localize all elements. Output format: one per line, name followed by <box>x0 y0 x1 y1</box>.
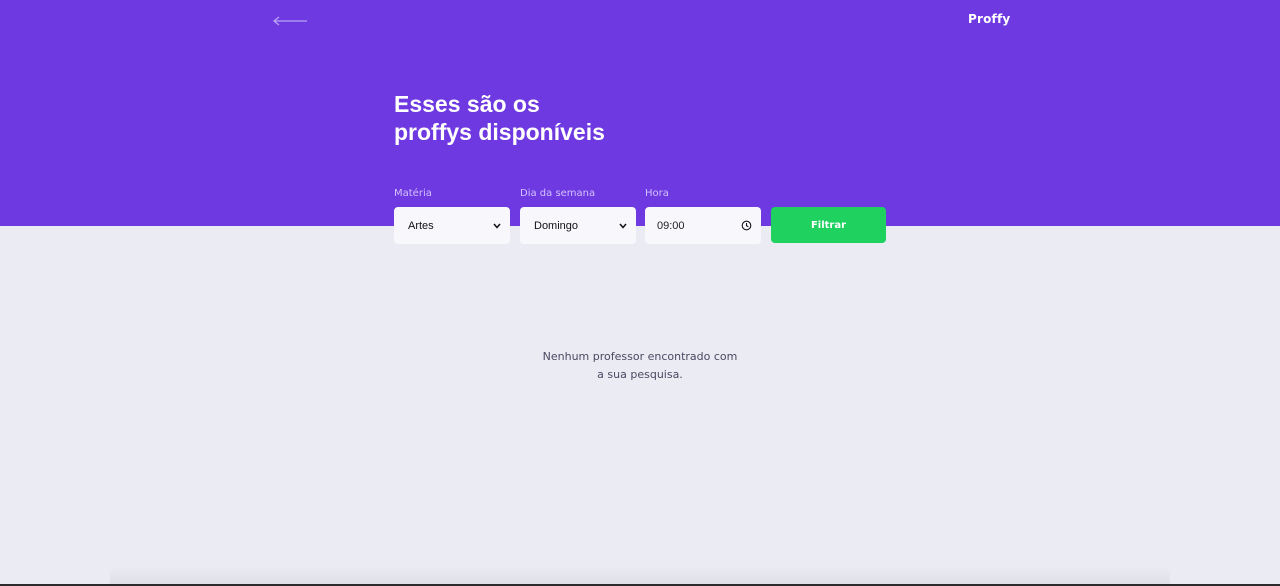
weekday-select-value: Domingo <box>534 219 579 232</box>
clock-icon <box>741 220 752 231</box>
subject-select[interactable]: Artes <box>394 207 510 244</box>
title-line-2: proffys disponíveis <box>394 119 605 145</box>
time-input-value: 09:00 <box>657 219 685 232</box>
chevron-down-icon <box>619 223 627 229</box>
subject-label: Matéria <box>394 188 432 199</box>
time-input[interactable]: 09:00 <box>645 207 761 244</box>
empty-results-message: Nenhum professor encontrado com a sua pe… <box>520 348 760 384</box>
empty-results-line-2: a sua pesquisa. <box>597 368 683 381</box>
subject-select-value: Artes <box>408 219 434 232</box>
page: Proffy Esses são os proffys disponíveis … <box>0 0 1280 586</box>
weekday-select[interactable]: Domingo <box>520 207 636 244</box>
filter-button[interactable]: Filtrar <box>771 207 886 243</box>
arrow-left-icon <box>272 16 307 26</box>
bottom-shadow <box>110 566 1170 586</box>
back-link[interactable] <box>270 12 310 30</box>
time-label: Hora <box>645 188 669 199</box>
empty-results-line-1: Nenhum professor encontrado com <box>542 350 738 363</box>
logo[interactable]: Proffy <box>968 12 1010 26</box>
title-line-1: Esses são os <box>394 91 540 117</box>
page-title: Esses são os proffys disponíveis <box>394 90 794 146</box>
chevron-down-icon <box>493 223 501 229</box>
weekday-label: Dia da semana <box>520 188 596 199</box>
page-header: Proffy Esses são os proffys disponíveis … <box>0 0 1280 226</box>
